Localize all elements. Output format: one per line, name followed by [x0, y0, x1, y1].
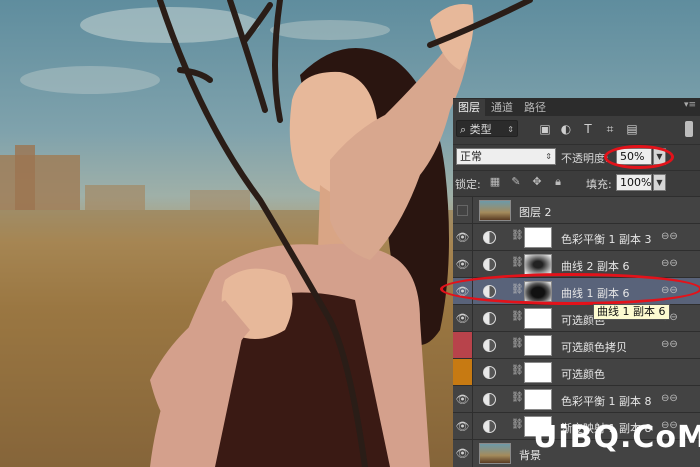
adjustment-icon	[483, 366, 496, 379]
layer-name: 图层 2	[519, 206, 552, 219]
opacity-label: 不透明度:	[561, 152, 609, 165]
eye-icon[interactable]: 👁︎	[453, 305, 473, 332]
opacity-input[interactable]: 50%	[616, 148, 652, 165]
chain-icon: ⛓︎	[511, 365, 524, 376]
tab-channels[interactable]: 通道	[486, 99, 518, 116]
filter-toggle[interactable]	[685, 121, 693, 137]
blend-mode-select[interactable]: 正常 ⇕	[456, 148, 556, 165]
adjustment-icon	[483, 420, 496, 433]
chain-icon: ⛓︎	[511, 311, 524, 322]
lock-pixels-icon[interactable]: ✎	[510, 176, 522, 188]
layer-row[interactable]: 图层 2	[453, 196, 700, 224]
layer-name: 可选颜色	[561, 368, 605, 381]
watermark-logo: UiBQ.CoM	[533, 420, 700, 455]
chain-icon: ⛓︎	[511, 392, 524, 403]
pixel-filter-icon[interactable]: ▣	[538, 122, 552, 136]
filter-row: ⌕ 类型 ⇕ ▣ ◐ T ⌗ ▤	[453, 118, 700, 142]
layer-name: 色彩平衡 1 副本 3	[561, 233, 652, 246]
eye-icon[interactable]: 👁︎	[453, 413, 473, 440]
tab-layers[interactable]: 图层	[453, 99, 485, 116]
layer-row[interactable]: 👁︎ ⛓︎ 色彩平衡 1 副本 8 ⊖⊖	[453, 385, 700, 413]
layer-mask[interactable]	[524, 335, 552, 356]
adjustment-icon	[483, 312, 496, 325]
blend-mode-label: 正常	[460, 150, 482, 163]
fill-input[interactable]: 100%	[616, 174, 652, 191]
layer-mask[interactable]	[524, 254, 552, 275]
link-icon: ⊖⊖	[661, 231, 678, 242]
link-icon: ⊖⊖	[661, 285, 678, 296]
adjustment-filter-icon[interactable]: ◐	[559, 122, 573, 136]
hidden-box-icon	[457, 205, 468, 216]
layer-name: 色彩平衡 1 副本 8	[561, 395, 652, 408]
type-filter-icon[interactable]: T	[581, 122, 595, 136]
layer-row[interactable]: ⛓︎ 可选颜色	[453, 358, 700, 386]
adjustment-icon	[483, 339, 496, 352]
link-icon: ⊖⊖	[661, 258, 678, 269]
visibility-toggle[interactable]	[453, 197, 473, 224]
layer-mask[interactable]	[524, 362, 552, 383]
eye-icon[interactable]: 👁︎	[453, 278, 473, 305]
layer-name: 可选颜色拷贝	[561, 341, 627, 354]
fill-dropdown-icon[interactable]: ▼	[653, 174, 666, 191]
eye-icon[interactable]: 👁︎	[453, 251, 473, 278]
layer-mask[interactable]	[524, 308, 552, 329]
chevron-updown-icon: ⇕	[507, 125, 514, 134]
layer-thumbnail	[479, 443, 511, 464]
layer-row-selected[interactable]: 👁︎ ⛓︎ 曲线 1 副本 6 ⊖⊖	[453, 277, 700, 305]
smart-object-filter-icon[interactable]: ▤	[625, 122, 639, 136]
search-icon: ⌕	[460, 123, 470, 136]
eye-icon[interactable]	[453, 359, 473, 386]
link-icon: ⊖⊖	[661, 339, 678, 350]
adjustment-icon	[483, 393, 496, 406]
layer-name: 曲线 1 副本 6	[561, 287, 630, 300]
layers-panel: 图层 通道 路径 ▾≡ ⌕ 类型 ⇕ ▣ ◐ T ⌗ ▤ 正常 ⇕ 不透明度: …	[453, 98, 700, 467]
eye-icon[interactable]: 👁︎	[453, 386, 473, 413]
blend-row: 正常 ⇕ 不透明度: 50% ▼	[453, 144, 700, 169]
lock-label: 锁定:	[455, 178, 481, 191]
eye-icon[interactable]: 👁︎	[453, 224, 473, 251]
shape-filter-icon[interactable]: ⌗	[603, 122, 617, 136]
filter-kind-select[interactable]: ⌕ 类型 ⇕	[456, 120, 518, 137]
panel-tabs: 图层 通道 路径 ▾≡	[453, 98, 700, 116]
layer-name: 曲线 2 副本 6	[561, 260, 630, 273]
chain-icon: ⛓︎	[511, 230, 524, 241]
filter-kind-label: 类型	[469, 123, 492, 136]
eye-icon[interactable]: 👁︎	[453, 440, 473, 467]
lock-position-icon[interactable]: ✥	[531, 176, 543, 188]
chain-icon: ⛓︎	[511, 257, 524, 268]
chain-icon: ⛓︎	[511, 419, 524, 430]
link-icon: ⊖⊖	[661, 393, 678, 404]
chain-icon: ⛓︎	[511, 284, 524, 295]
layer-mask[interactable]	[524, 389, 552, 410]
panel-menu-icon[interactable]: ▾≡	[684, 100, 696, 110]
lock-transparent-icon[interactable]: ▦	[489, 176, 501, 188]
adjustment-icon	[483, 285, 496, 298]
adjustment-icon	[483, 231, 496, 244]
layer-mask[interactable]	[524, 227, 552, 248]
eye-icon[interactable]	[453, 332, 473, 359]
layer-row[interactable]: 👁︎ ⛓︎ 曲线 2 副本 6 ⊖⊖	[453, 250, 700, 278]
lock-row: 锁定: ▦ ✎ ✥ 🔒︎ 填充: 100% ▼	[453, 170, 700, 195]
layer-row[interactable]: 👁︎ ⛓︎ 色彩平衡 1 副本 3 ⊖⊖	[453, 223, 700, 251]
layer-mask[interactable]	[524, 281, 552, 302]
tab-paths[interactable]: 路径	[519, 99, 551, 116]
lock-all-icon[interactable]: 🔒︎	[552, 176, 564, 188]
adjustment-icon	[483, 258, 496, 271]
layer-tooltip: 曲线 1 副本 6	[593, 304, 670, 320]
opacity-dropdown-icon[interactable]: ▼	[653, 148, 666, 165]
chain-icon: ⛓︎	[511, 338, 524, 349]
fill-label: 填充:	[586, 178, 612, 191]
chevron-updown-icon: ⇕	[545, 152, 552, 161]
layer-thumbnail	[479, 200, 511, 221]
layer-row[interactable]: ⛓︎ 可选颜色拷贝 ⊖⊖	[453, 331, 700, 359]
